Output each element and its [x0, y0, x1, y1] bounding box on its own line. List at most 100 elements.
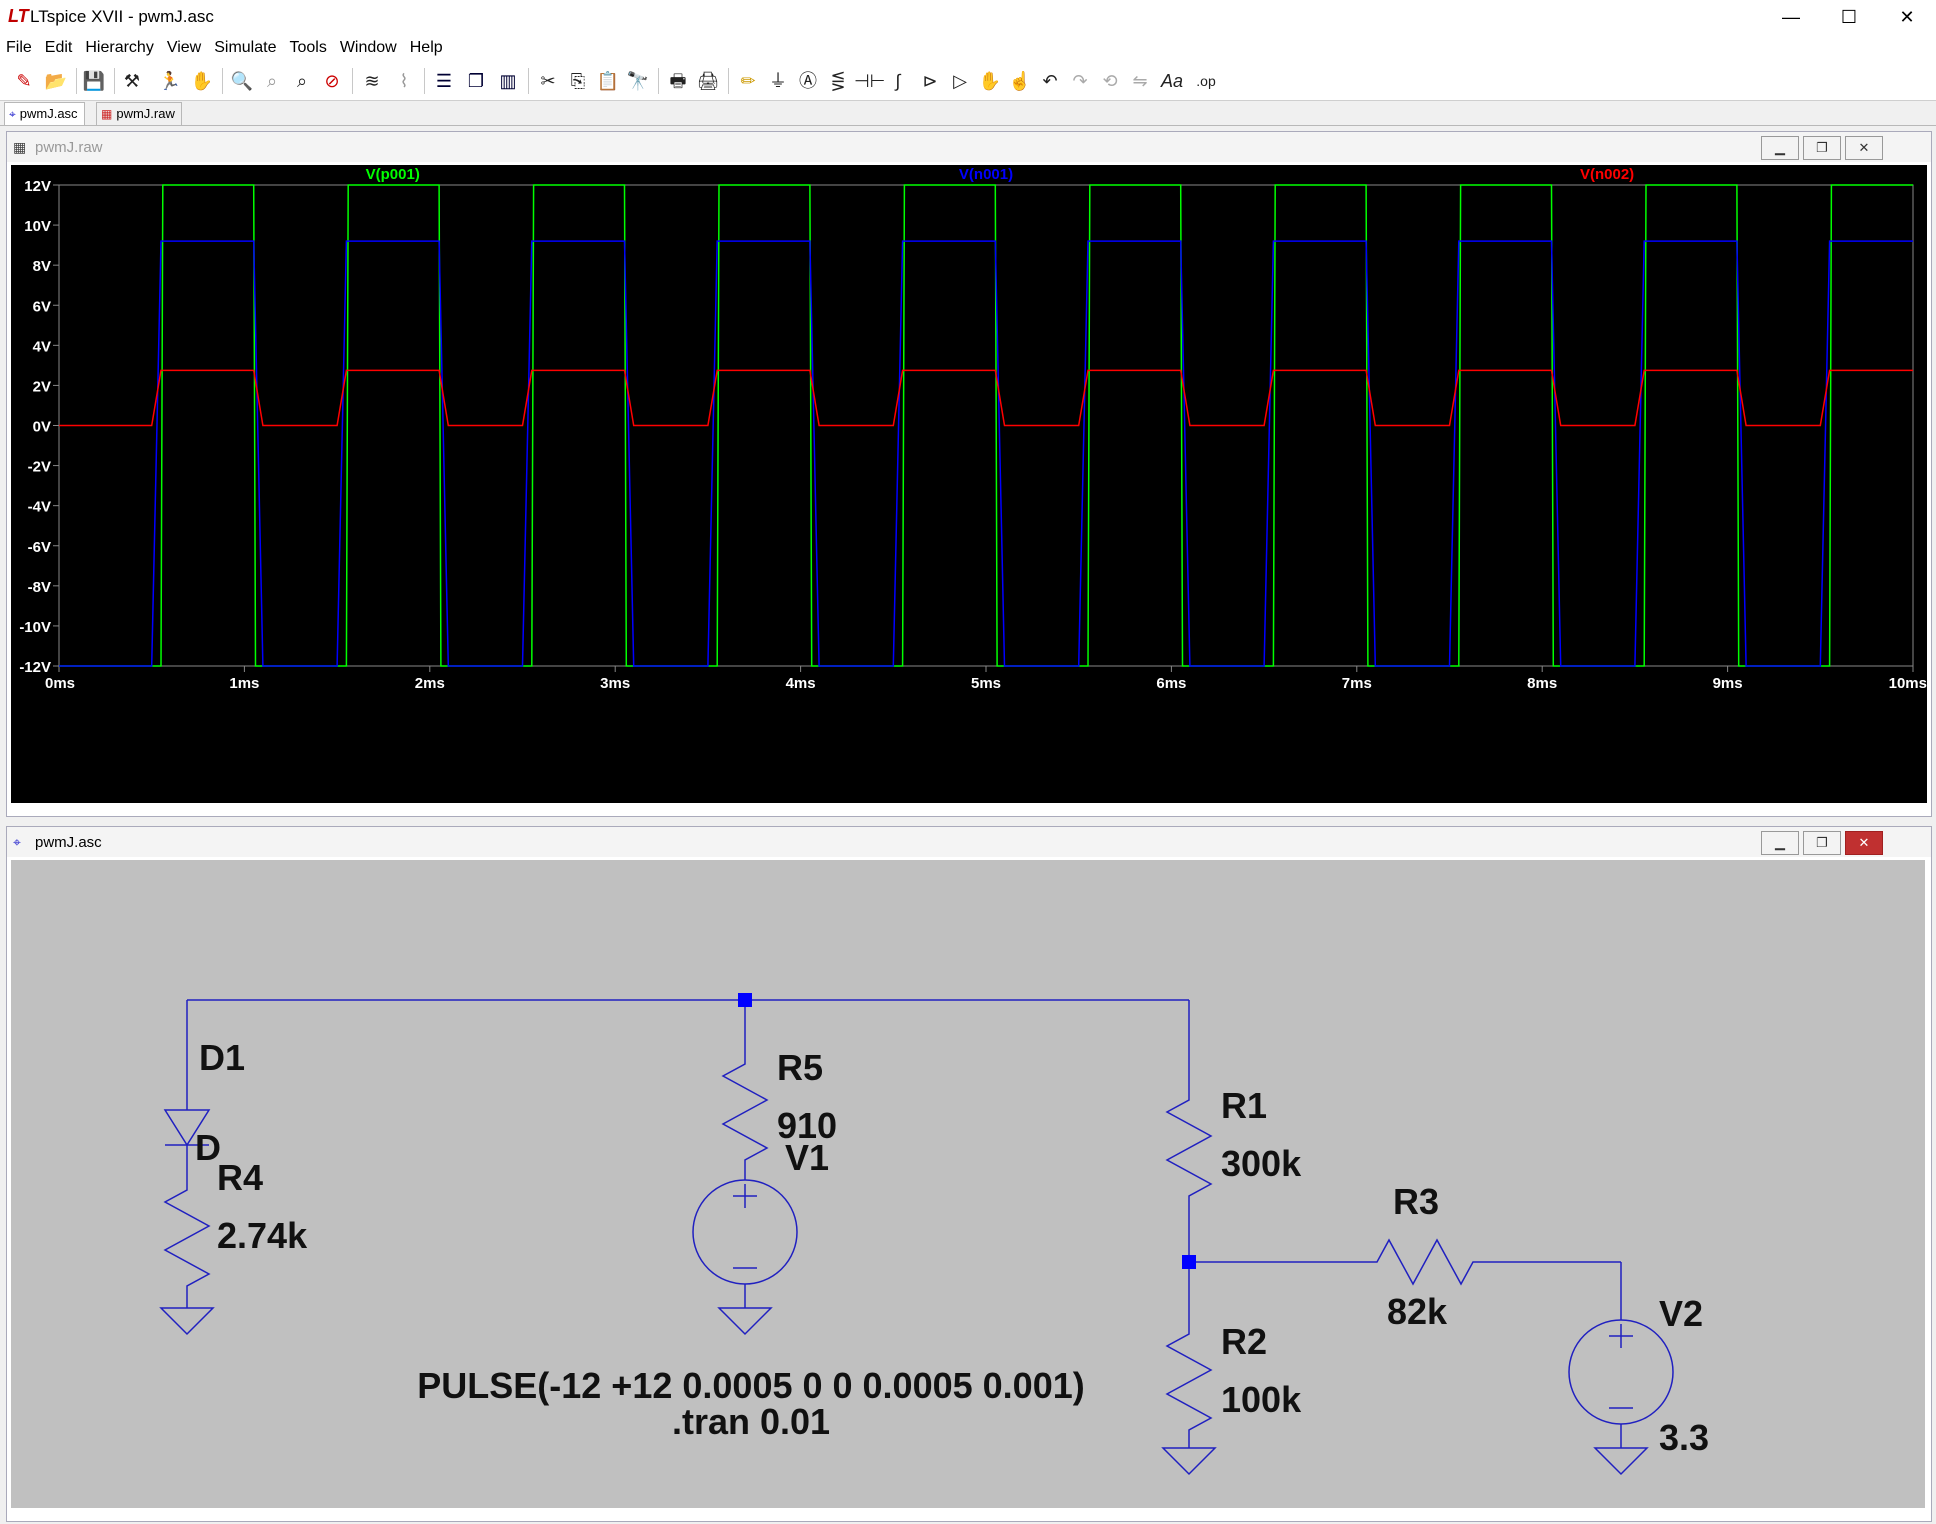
waveform-window: ▦ pwmJ.raw ▁ ❐ ✕ 12V 10V 8V 6V 4V 2V 0V -2V -4V -…: [6, 131, 1932, 817]
x-tick-label: 8ms: [1527, 675, 1557, 692]
window-title: LTspice XVII - pwmJ.asc: [30, 7, 214, 26]
label-net-icon[interactable]: Ⓐ: [794, 67, 822, 95]
drag-icon[interactable]: ☝: [1006, 67, 1034, 95]
rotate-icon[interactable]: ⟲: [1096, 67, 1124, 95]
copy-icon[interactable]: ⎘: [564, 67, 592, 95]
waveform-icon: ▦: [13, 139, 27, 155]
control-panel-icon[interactable]: ⚒: [118, 67, 146, 95]
legend-label: V(n001): [959, 166, 1013, 183]
undo-icon[interactable]: ↶: [1036, 67, 1064, 95]
y-tick-label: 6V: [33, 298, 51, 315]
schematic-drawing[interactable]: D1 D R4 2.74k R5 910 V1 R1 300k R3 82k R…: [11, 860, 1925, 1508]
text-icon[interactable]: Aa: [1158, 67, 1186, 95]
plot-restore-button[interactable]: ❐: [1803, 136, 1841, 160]
zoom-fit-icon[interactable]: ⌕: [258, 67, 286, 95]
schematic-icon: ⌖: [13, 834, 21, 850]
redo-icon[interactable]: ↷: [1066, 67, 1094, 95]
save-icon[interactable]: 💾: [80, 67, 108, 95]
ground-v1: [717, 1307, 773, 1336]
cascade-icon[interactable]: ❐: [462, 67, 490, 95]
legend-label: V(p001): [366, 166, 420, 183]
autorange-icon[interactable]: ≋: [358, 67, 386, 95]
x-tick-label: 1ms: [229, 675, 259, 692]
run-icon[interactable]: 🏃: [156, 67, 184, 95]
document-tab-bar: ⌖ pwmJ.asc ▦ pwmJ.raw: [0, 101, 1936, 126]
y-tick-label: 8V: [33, 258, 51, 275]
menu-window[interactable]: Window: [334, 34, 404, 57]
y-tick-label: -10V: [19, 619, 51, 636]
draw-wire-icon[interactable]: ✏: [734, 67, 762, 95]
schematic-restore-button[interactable]: ❐: [1803, 831, 1841, 855]
label-v2-name: V2: [1659, 1293, 1703, 1334]
menu-view[interactable]: View: [161, 34, 208, 57]
resistor-r2: [1165, 1320, 1213, 1448]
x-tick-label: 5ms: [971, 675, 1001, 692]
y-tick-label: 4V: [33, 338, 51, 355]
resistor-r4: [163, 1175, 211, 1308]
ground-v2: [1593, 1447, 1649, 1476]
move-icon[interactable]: ✋: [976, 67, 1004, 95]
toolbar: ✎ 📂 💾 ⚒ 🏃 ✋ 🔍 ⌕ ⌕ ⊘ ≋ ⌇ ☰ ❐ ▥ ✂ ⎘ 📋 🔭 🖶 …: [0, 62, 1936, 101]
capacitor-icon[interactable]: ⊣⊢: [854, 67, 885, 95]
menu-tools[interactable]: Tools: [283, 34, 333, 57]
plot-minimize-button[interactable]: ▁: [1761, 136, 1799, 160]
ltspice-logo-icon: LT: [8, 6, 29, 26]
paste-icon[interactable]: 📋: [594, 67, 622, 95]
tile-vertical-icon[interactable]: ▥: [494, 67, 522, 95]
print-setup-icon[interactable]: 🖶: [664, 67, 692, 95]
tab-pwmj-asc[interactable]: ⌖ pwmJ.asc: [4, 102, 85, 125]
y-tick-label: 10V: [24, 218, 51, 235]
tab-pwmj-raw[interactable]: ▦ pwmJ.raw: [96, 102, 182, 125]
x-tick-label: 0ms: [45, 675, 75, 692]
print-icon[interactable]: 🖨: [694, 67, 722, 95]
halt-icon[interactable]: ✋: [188, 67, 216, 95]
schematic-icon: ⌖: [9, 107, 16, 121]
x-tick-label: 7ms: [1342, 675, 1372, 692]
tran-directive[interactable]: .tran 0.01: [672, 1401, 830, 1442]
maximize-button[interactable]: ☐: [1820, 0, 1878, 34]
legend-label: V(n002): [1580, 166, 1634, 183]
label-r3-name: R3: [1393, 1181, 1439, 1222]
label-d1-name: D1: [199, 1037, 245, 1078]
inductor-icon[interactable]: ∫: [884, 67, 912, 95]
series-line-vn001: [59, 240, 1913, 667]
waveform-plot[interactable]: 12V 10V 8V 6V 4V 2V 0V -2V -4V -6V -8V -10V -12V 0ms 1…: [11, 165, 1927, 803]
component-icon[interactable]: ▷: [946, 67, 974, 95]
new-schematic-icon[interactable]: ✎: [10, 67, 38, 95]
minimize-button[interactable]: —: [1762, 0, 1820, 34]
schematic-minimize-button[interactable]: ▁: [1761, 831, 1799, 855]
schematic-close-button[interactable]: ✕: [1845, 831, 1883, 855]
waveform-chart[interactable]: 12V 10V 8V 6V 4V 2V 0V -2V -4V -6V -8V -10V -12V0ms 1…: [11, 165, 1927, 803]
menu-hierarchy[interactable]: Hierarchy: [79, 34, 160, 57]
menu-file[interactable]: File: [0, 34, 39, 57]
y-tick-label: -2V: [28, 459, 51, 476]
menu-bar: File Edit Hierarchy View Simulate Tools Window…: [0, 34, 1936, 63]
waveform-icon[interactable]: ⌇: [390, 67, 418, 95]
tile-horizontal-icon[interactable]: ☰: [430, 67, 458, 95]
diode-icon[interactable]: ⊳: [916, 67, 944, 95]
label-v2-value: 3.3: [1659, 1417, 1709, 1458]
zoom-cancel-icon[interactable]: ⊘: [318, 67, 346, 95]
menu-edit[interactable]: Edit: [39, 34, 80, 57]
title-bar: LT LTspice XVII - pwmJ.asc — ☐ ✕: [0, 0, 1936, 34]
cut-icon[interactable]: ✂: [534, 67, 562, 95]
mirror-icon[interactable]: ⇋: [1126, 67, 1154, 95]
find-icon[interactable]: 🔭: [624, 67, 652, 95]
menu-help[interactable]: Help: [404, 34, 450, 57]
y-tick-label: -6V: [28, 539, 51, 556]
schematic-canvas[interactable]: D1 D R4 2.74k R5 910 V1 R1 300k R3 82k R…: [11, 860, 1925, 1508]
zoom-out-icon[interactable]: ⌕: [288, 67, 316, 95]
label-r4-name: R4: [217, 1157, 263, 1198]
x-tick-label: 4ms: [786, 675, 816, 692]
open-icon[interactable]: 📂: [42, 67, 70, 95]
ground-icon[interactable]: ⏚: [764, 67, 792, 95]
menu-simulate[interactable]: Simulate: [208, 34, 283, 57]
y-tick-label: -4V: [28, 499, 51, 516]
waveform-window-titlebar: ▦ pwmJ.raw ▁ ❐ ✕: [7, 132, 1931, 162]
zoom-in-icon[interactable]: 🔍: [228, 67, 256, 95]
close-button[interactable]: ✕: [1878, 0, 1936, 34]
spice-directive-icon[interactable]: .op: [1192, 67, 1220, 95]
resistor-icon[interactable]: ⋚: [824, 67, 852, 95]
pulse-directive[interactable]: PULSE(-12 +12 0.0005 0 0 0.0005 0.001): [417, 1365, 1084, 1406]
plot-close-button[interactable]: ✕: [1845, 136, 1883, 160]
